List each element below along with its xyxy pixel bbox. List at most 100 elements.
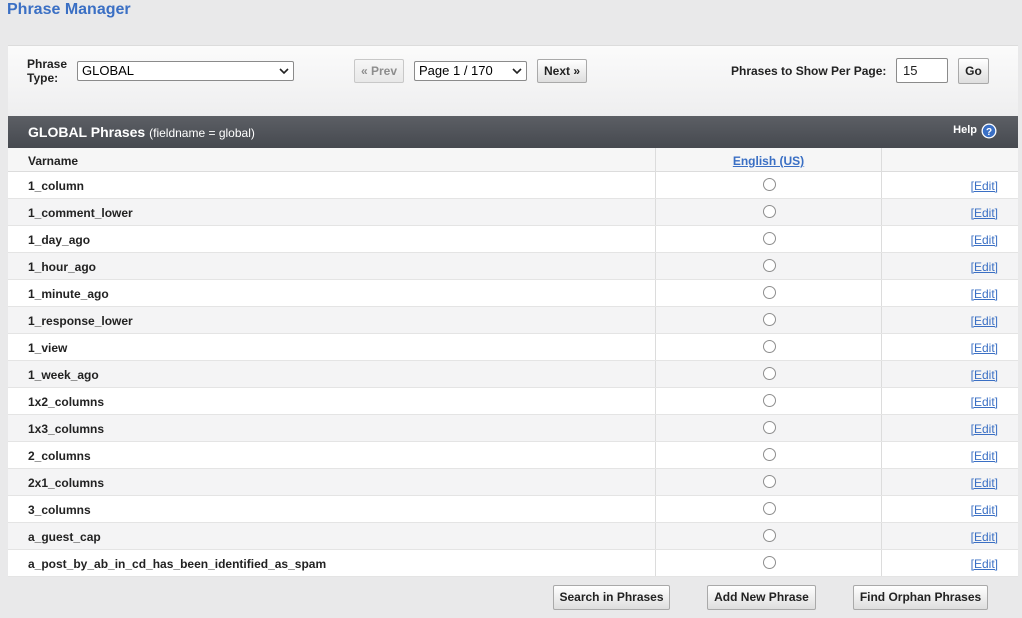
edit-link[interactable]: [Edit] — [971, 449, 998, 463]
language-radio[interactable] — [763, 232, 776, 245]
language-radio[interactable] — [763, 394, 776, 407]
table-title: GLOBAL Phrases (fieldname = global) — [28, 124, 255, 140]
column-divider — [881, 334, 882, 360]
language-radio[interactable] — [763, 178, 776, 191]
language-radio[interactable] — [763, 286, 776, 299]
column-divider — [881, 361, 882, 387]
language-radio[interactable] — [763, 340, 776, 353]
table-row: 1_day_ago [Edit] — [8, 226, 1018, 253]
column-divider — [881, 442, 882, 468]
column-divider — [655, 307, 656, 333]
table-header: GLOBAL Phrases (fieldname = global) Help… — [8, 116, 1018, 148]
column-divider — [655, 496, 656, 522]
help-label: Help — [953, 124, 977, 136]
column-divider — [655, 226, 656, 252]
per-page-label: Phrases to Show Per Page: — [731, 64, 887, 78]
edit-link[interactable]: [Edit] — [971, 314, 998, 328]
table-row: 1x3_columns [Edit] — [8, 415, 1018, 442]
language-radio[interactable] — [763, 313, 776, 326]
add-new-phrase-button[interactable]: Add New Phrase — [707, 585, 816, 610]
edit-link[interactable]: [Edit] — [971, 287, 998, 301]
edit-link[interactable]: [Edit] — [971, 206, 998, 220]
column-divider — [655, 388, 656, 414]
language-radio[interactable] — [763, 448, 776, 461]
help-icon[interactable]: ? — [981, 123, 997, 139]
table-row: 1_hour_ago [Edit] — [8, 253, 1018, 280]
table-row: a_post_by_ab_in_cd_has_been_identified_a… — [8, 550, 1018, 577]
edit-link[interactable]: [Edit] — [971, 557, 998, 571]
column-divider — [655, 280, 656, 306]
table-row: 1_week_ago [Edit] — [8, 361, 1018, 388]
page-select[interactable]: Page 1 / 170 — [414, 61, 527, 81]
column-divider — [881, 199, 882, 225]
table-title-text: GLOBAL Phrases — [28, 124, 146, 140]
phrase-table: Varname English (US) 1_column [Edit] 1_com… — [8, 148, 1018, 577]
column-divider — [655, 550, 656, 576]
help-link[interactable]: Help ? — [953, 123, 997, 139]
table-row: 2_columns [Edit] — [8, 442, 1018, 469]
language-radio[interactable] — [763, 259, 776, 272]
column-divider — [655, 469, 656, 495]
language-radio[interactable] — [763, 367, 776, 380]
table-row: 1_view [Edit] — [8, 334, 1018, 361]
edit-link[interactable]: [Edit] — [971, 368, 998, 382]
go-button[interactable]: Go — [958, 58, 989, 84]
language-radio[interactable] — [763, 556, 776, 569]
find-orphan-phrases-button[interactable]: Find Orphan Phrases — [853, 585, 988, 610]
language-radio[interactable] — [763, 502, 776, 515]
varname-cell: 1_response_lower — [28, 314, 133, 328]
table-row: 1_comment_lower [Edit] — [8, 199, 1018, 226]
language-radio[interactable] — [763, 205, 776, 218]
varname-cell: 1_day_ago — [28, 233, 91, 247]
column-divider — [881, 280, 882, 306]
column-divider — [881, 253, 882, 279]
table-row: a_guest_cap [Edit] — [8, 523, 1018, 550]
table-row: 1_column [Edit] — [8, 172, 1018, 199]
next-button[interactable]: Next » — [537, 59, 587, 83]
column-divider — [881, 496, 882, 522]
varname-column-header: Varname — [28, 154, 79, 168]
table-row: 1x2_columns [Edit] — [8, 388, 1018, 415]
edit-link[interactable]: [Edit] — [971, 530, 998, 544]
language-column-link[interactable]: English (US) — [656, 154, 881, 168]
column-divider — [655, 199, 656, 225]
svg-text:?: ? — [986, 127, 992, 138]
language-radio[interactable] — [763, 529, 776, 542]
edit-link[interactable]: [Edit] — [971, 395, 998, 409]
prev-button[interactable]: « Prev — [354, 59, 404, 83]
column-divider — [881, 388, 882, 414]
varname-cell: 1_view — [28, 341, 68, 355]
edit-link[interactable]: [Edit] — [971, 179, 998, 193]
language-radio[interactable] — [763, 421, 776, 434]
search-in-phrases-button[interactable]: Search in Phrases — [553, 585, 670, 610]
column-divider — [655, 361, 656, 387]
language-radio[interactable] — [763, 475, 776, 488]
varname-cell: 2x1_columns — [28, 476, 105, 490]
edit-link[interactable]: [Edit] — [971, 503, 998, 517]
per-page-input[interactable]: 15 — [896, 58, 948, 83]
varname-cell: 2_columns — [28, 449, 91, 463]
edit-link[interactable]: [Edit] — [971, 476, 998, 490]
phrase-type-select[interactable]: GLOBAL — [77, 61, 294, 81]
table-row: 1_response_lower [Edit] — [8, 307, 1018, 334]
table-subtitle: (fieldname = global) — [149, 126, 255, 140]
footer-actions: Search in Phrases Add New Phrase Find Or… — [0, 585, 1022, 613]
edit-link[interactable]: [Edit] — [971, 260, 998, 274]
filter-bar: Phrase Type: GLOBAL « Prev Page 1 / 170 … — [8, 45, 1018, 117]
table-row: 3_columns [Edit] — [8, 496, 1018, 523]
varname-cell: 1_minute_ago — [28, 287, 109, 301]
column-divider — [881, 415, 882, 441]
edit-link[interactable]: [Edit] — [971, 341, 998, 355]
table-body: 1_column [Edit] 1_comment_lower [Edit] 1_day… — [8, 172, 1018, 577]
varname-cell: 1x3_columns — [28, 422, 105, 436]
column-divider — [881, 172, 882, 198]
column-divider — [881, 469, 882, 495]
edit-link[interactable]: [Edit] — [971, 233, 998, 247]
varname-cell: 1_column — [28, 179, 85, 193]
edit-link[interactable]: [Edit] — [971, 422, 998, 436]
chevron-down-icon — [512, 68, 522, 75]
varname-cell: 1_comment_lower — [28, 206, 133, 220]
column-divider — [881, 523, 882, 549]
column-divider — [881, 148, 882, 171]
phrase-type-label: Phrase Type: — [27, 57, 68, 85]
